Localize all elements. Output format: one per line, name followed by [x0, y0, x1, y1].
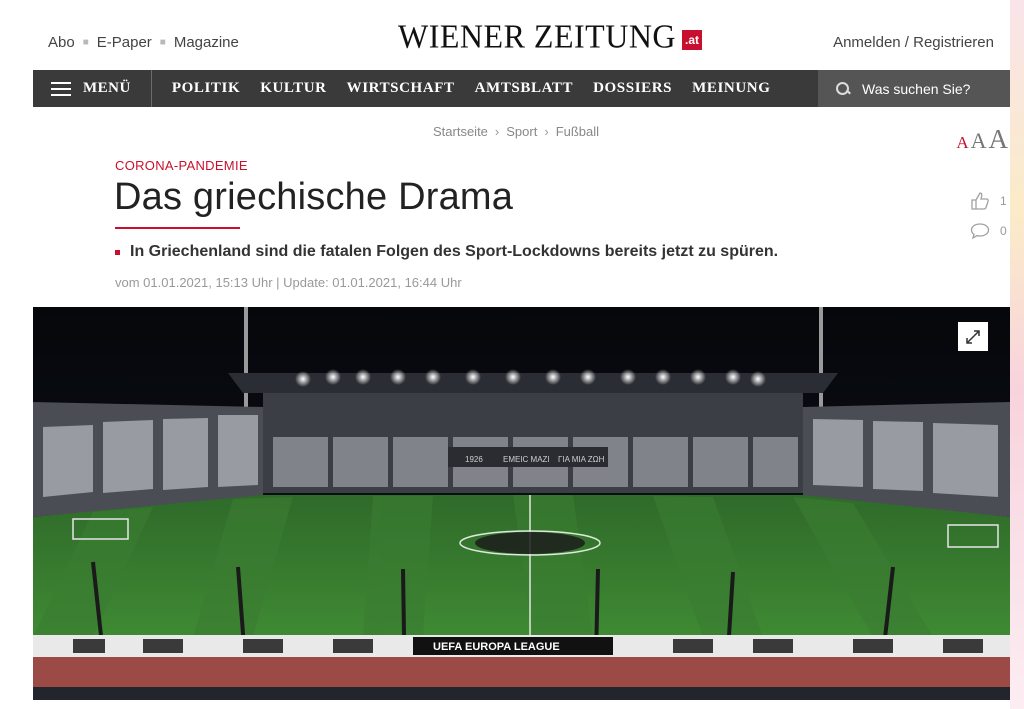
search-input[interactable] — [862, 80, 992, 97]
nav-item-wirtschaft[interactable]: WIRTSCHAFT — [337, 80, 465, 97]
floodlight-mast — [819, 307, 823, 417]
banner-text-life: ΓΙΑ ΜΙΑ ΖΩΗ — [558, 455, 605, 464]
uefa-board-text: UEFA EUROPA LEAGUE — [433, 641, 560, 653]
nav-item-dossiers[interactable]: DOSSIERS — [583, 80, 682, 97]
hero-image[interactable]: 1926 EMEIC MAZI ΓΙΑ ΜΙΑ ΖΩΗ UEFA EUROPA … — [33, 307, 1010, 700]
font-size-large-button[interactable]: A — [989, 124, 1009, 155]
hamburger-icon — [51, 81, 71, 96]
login-register-link[interactable]: Anmelden / Registrieren — [833, 34, 994, 51]
main-navigation: MENÜ POLITIK KULTUR WIRTSCHAFT AMTSBLATT… — [33, 70, 1010, 107]
expand-image-button[interactable] — [958, 322, 988, 351]
search-box — [818, 70, 1010, 107]
article-headline: Das griechische Drama — [114, 176, 514, 218]
top-links: Abo ■ E-Paper ■ Magazine — [48, 34, 239, 51]
right-stand-seats — [813, 419, 998, 497]
nav-items: POLITIK KULTUR WIRTSCHAFT AMTSBLATT DOSS… — [152, 80, 781, 97]
nav-item-politik[interactable]: POLITIK — [162, 80, 250, 97]
top-link-epaper[interactable]: E-Paper — [97, 34, 152, 51]
running-track — [33, 657, 1010, 687]
separator-dot: ■ — [82, 37, 89, 48]
like-button[interactable]: 1 — [970, 192, 1007, 210]
font-size-controls: A A A — [954, 124, 1008, 155]
font-size-medium-button[interactable]: A — [971, 128, 987, 154]
article-lead: In Griechenland sind die fatalen Folgen … — [115, 243, 778, 261]
logo-badge: .at — [682, 29, 703, 50]
banner-text-year: 1926 — [465, 455, 483, 464]
article-lead-text: In Griechenland sind die fatalen Folgen … — [130, 243, 779, 260]
menu-button[interactable]: MENÜ — [33, 70, 152, 107]
breadcrumb-item-sport[interactable]: Sport — [506, 124, 537, 139]
foreground-railing — [33, 687, 1010, 700]
nav-item-kultur[interactable]: KULTUR — [250, 80, 336, 97]
banner-text-together: EMEIC MAZI — [503, 455, 550, 464]
headline-underline — [115, 227, 240, 229]
site-header: Abo ■ E-Paper ■ Magazine WIENER ZEITUNG … — [0, 0, 1024, 70]
breadcrumb-item-startseite[interactable]: Startseite — [433, 124, 488, 139]
expand-icon — [966, 329, 980, 344]
like-count: 1 — [1000, 194, 1007, 208]
breadcrumb: Startseite › Sport › Fußball — [433, 124, 599, 139]
font-size-small-button[interactable]: A — [956, 133, 968, 153]
social-actions: 1 0 — [970, 192, 1007, 252]
separator-dot: ■ — [159, 37, 166, 48]
search-icon[interactable] — [836, 81, 850, 96]
chevron-right-icon: › — [544, 124, 549, 139]
left-stand-seats — [43, 415, 258, 497]
nav-item-meinung[interactable]: MEINUNG — [682, 80, 780, 97]
nav-item-amtsblatt[interactable]: AMTSBLATT — [465, 80, 583, 97]
site-logo[interactable]: WIENER ZEITUNG .at — [398, 17, 703, 55]
centre-logo — [475, 532, 585, 554]
lead-bullet — [115, 249, 120, 255]
comment-count: 0 — [1000, 224, 1007, 238]
article-kicker: CORONA-PANDEMIE — [115, 158, 248, 173]
stadium-roof — [228, 373, 838, 393]
top-link-abo[interactable]: Abo — [48, 34, 75, 51]
page-edge-decoration — [1010, 0, 1024, 709]
logo-text: WIENER ZEITUNG — [398, 17, 677, 55]
comment-icon — [970, 223, 990, 240]
top-link-magazine[interactable]: Magazine — [174, 34, 239, 51]
thumbs-up-icon — [971, 192, 989, 210]
menu-label: MENÜ — [83, 80, 131, 96]
stadium-illustration: 1926 EMEIC MAZI ΓΙΑ ΜΙΑ ΖΩΗ UEFA EUROPA … — [33, 307, 1010, 700]
article-meta: vom 01.01.2021, 15:13 Uhr | Update: 01.0… — [115, 275, 462, 290]
breadcrumb-item-fussball[interactable]: Fußball — [556, 124, 599, 139]
chevron-right-icon: › — [494, 124, 500, 139]
comment-button[interactable]: 0 — [970, 222, 1007, 240]
